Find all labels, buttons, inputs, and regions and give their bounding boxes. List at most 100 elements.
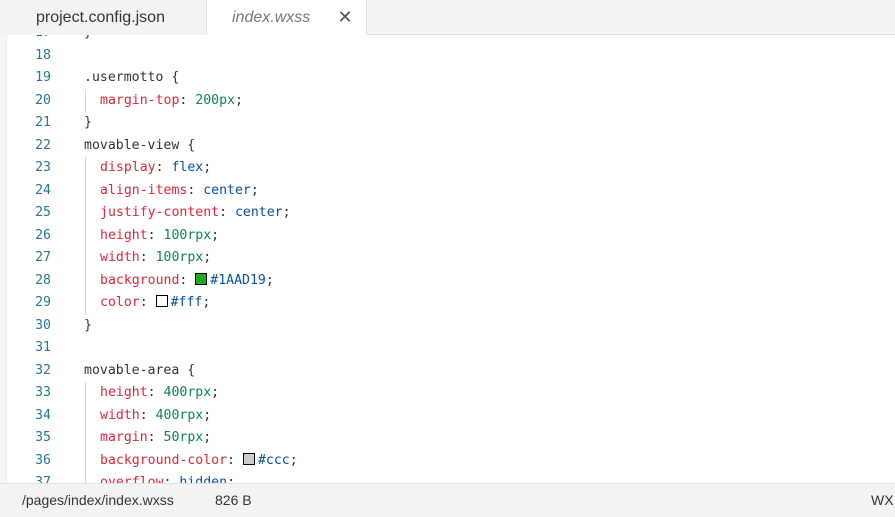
code-token: 100rpx [163, 227, 212, 243]
line-number: 32 [35, 362, 51, 378]
code-token: ; [203, 160, 212, 175]
line-code: } [84, 35, 92, 45]
code-line[interactable]: 18 [0, 45, 895, 68]
close-icon[interactable]: ✕ [336, 0, 354, 35]
tab-project-config[interactable]: project.config.json [0, 0, 207, 35]
code-token: width [100, 250, 140, 265]
line-number: 23 [35, 160, 51, 175]
tab-index-wxss[interactable]: index.wxss ✕ [207, 0, 367, 36]
line-code: display: flex; [100, 157, 211, 180]
line-code: width: 100rpx; [100, 247, 211, 270]
code-token: ; [211, 227, 220, 243]
code-line[interactable]: 37 overflow: hidden; [0, 472, 895, 483]
code-token: : [139, 250, 156, 265]
code-line[interactable]: 20 margin-top: 200px; [0, 89, 895, 112]
code-token: ; [289, 452, 298, 468]
code-line[interactable]: 26 height: 100rpx; [0, 224, 895, 247]
code-token: : [147, 227, 164, 243]
line-code: height: 400rpx; [100, 382, 219, 405]
code-line[interactable]: 25 justify-content: center; [0, 202, 895, 225]
code-token: justify-content [100, 205, 220, 220]
code-token: : [219, 205, 235, 220]
indent-guide [85, 427, 86, 450]
line-number: 18 [35, 47, 51, 63]
line-number: 17 [0, 35, 51, 45]
indent-guide [85, 157, 86, 180]
line-code: } [84, 315, 92, 338]
code-line[interactable]: 24 align-items: center; [0, 179, 895, 202]
code-line[interactable]: 22 movable-view { [0, 135, 895, 158]
code-token: ; [202, 295, 211, 310]
indent-guide [85, 202, 86, 225]
code-line[interactable]: 34 width: 400rpx; [0, 404, 895, 428]
line-number: 20 [35, 92, 51, 108]
line-number: 35 [35, 430, 51, 445]
line-number: 29 [35, 295, 51, 310]
code-token: ; [250, 182, 259, 198]
code-editor[interactable]: 17}1819.usermotto {20margin-top: 200px;2… [0, 35, 895, 483]
code-line[interactable]: 32 movable-area { [0, 360, 895, 383]
code-line[interactable]: 23 display: flex; [0, 157, 895, 180]
code-token: .usermotto { [84, 70, 180, 85]
indent-guide [85, 382, 86, 405]
line-number: 30 [35, 317, 51, 333]
line-number: 24 [35, 182, 51, 198]
status-language[interactable]: WX [871, 484, 894, 516]
line-code: background-color: #ccc; [100, 450, 298, 473]
code-token: ; [203, 407, 212, 423]
indent-guide [85, 449, 86, 472]
code-token: ; [203, 430, 212, 445]
code-token: : [147, 430, 164, 445]
code-token: ; [282, 205, 291, 220]
color-swatch-icon[interactable] [242, 452, 255, 465]
color-swatch-icon[interactable] [195, 272, 208, 285]
line-code: movable-view { [84, 135, 195, 158]
code-token: } [84, 317, 92, 333]
code-token: align-items [100, 182, 188, 198]
code-line[interactable]: 35 margin: 50rpx; [0, 427, 895, 450]
status-bar: /pages/index/index.wxss 826 B WX [0, 483, 895, 517]
code-line[interactable]: 30} [0, 315, 895, 338]
code-token: center [234, 205, 283, 220]
code-line[interactable]: 36 background-color: #ccc; [0, 449, 895, 473]
indent-guide [85, 179, 86, 202]
code-line[interactable]: 31 [0, 337, 895, 360]
tab-label: project.config.json [36, 9, 165, 26]
indent-guide [85, 89, 86, 112]
color-swatch-icon[interactable] [155, 295, 168, 307]
code-token: 400rpx [163, 385, 212, 400]
code-token: : [139, 407, 156, 423]
tab-bar: project.config.json index.wxss ✕ [0, 0, 895, 36]
code-token: : [163, 475, 180, 483]
code-token: 100rpx [155, 250, 204, 265]
code-token: display [100, 160, 156, 175]
code-line[interactable]: 19 .usermotto { [0, 67, 895, 90]
code-token: #fff [170, 295, 203, 310]
code-token: margin-top [100, 92, 180, 108]
code-line[interactable]: 28 background: #1AAD19; [0, 269, 895, 292]
line-number: 25 [35, 205, 51, 220]
code-token: : [139, 295, 156, 310]
indent-guide [85, 247, 86, 270]
code-token: : [179, 92, 196, 108]
status-file-size: 826 B [215, 492, 252, 508]
line-number: 21 [35, 115, 51, 130]
indent-guide [85, 269, 86, 292]
code-token: #ccc [257, 452, 290, 468]
code-line[interactable]: 21} [0, 112, 895, 135]
line-number: 31 [35, 340, 51, 355]
line-code: width: 400rpx; [100, 405, 211, 428]
code-token: ; [203, 250, 212, 265]
code-line[interactable]: 29 color: #fff; [0, 292, 895, 315]
code-token: ; [265, 272, 274, 288]
line-code: color: #fff; [100, 292, 210, 315]
code-token: margin [100, 430, 148, 445]
line-code: movable-area { [84, 360, 195, 383]
code-line[interactable]: 33 height: 400rpx; [0, 382, 895, 405]
code-line[interactable]: 17} [0, 35, 895, 45]
line-code: overflow: hidden; [100, 472, 235, 483]
code-line[interactable]: 27 width: 100rpx; [0, 247, 895, 270]
line-code: .usermotto { [84, 67, 179, 90]
line-number: 36 [35, 452, 51, 468]
line-code: } [84, 112, 92, 135]
